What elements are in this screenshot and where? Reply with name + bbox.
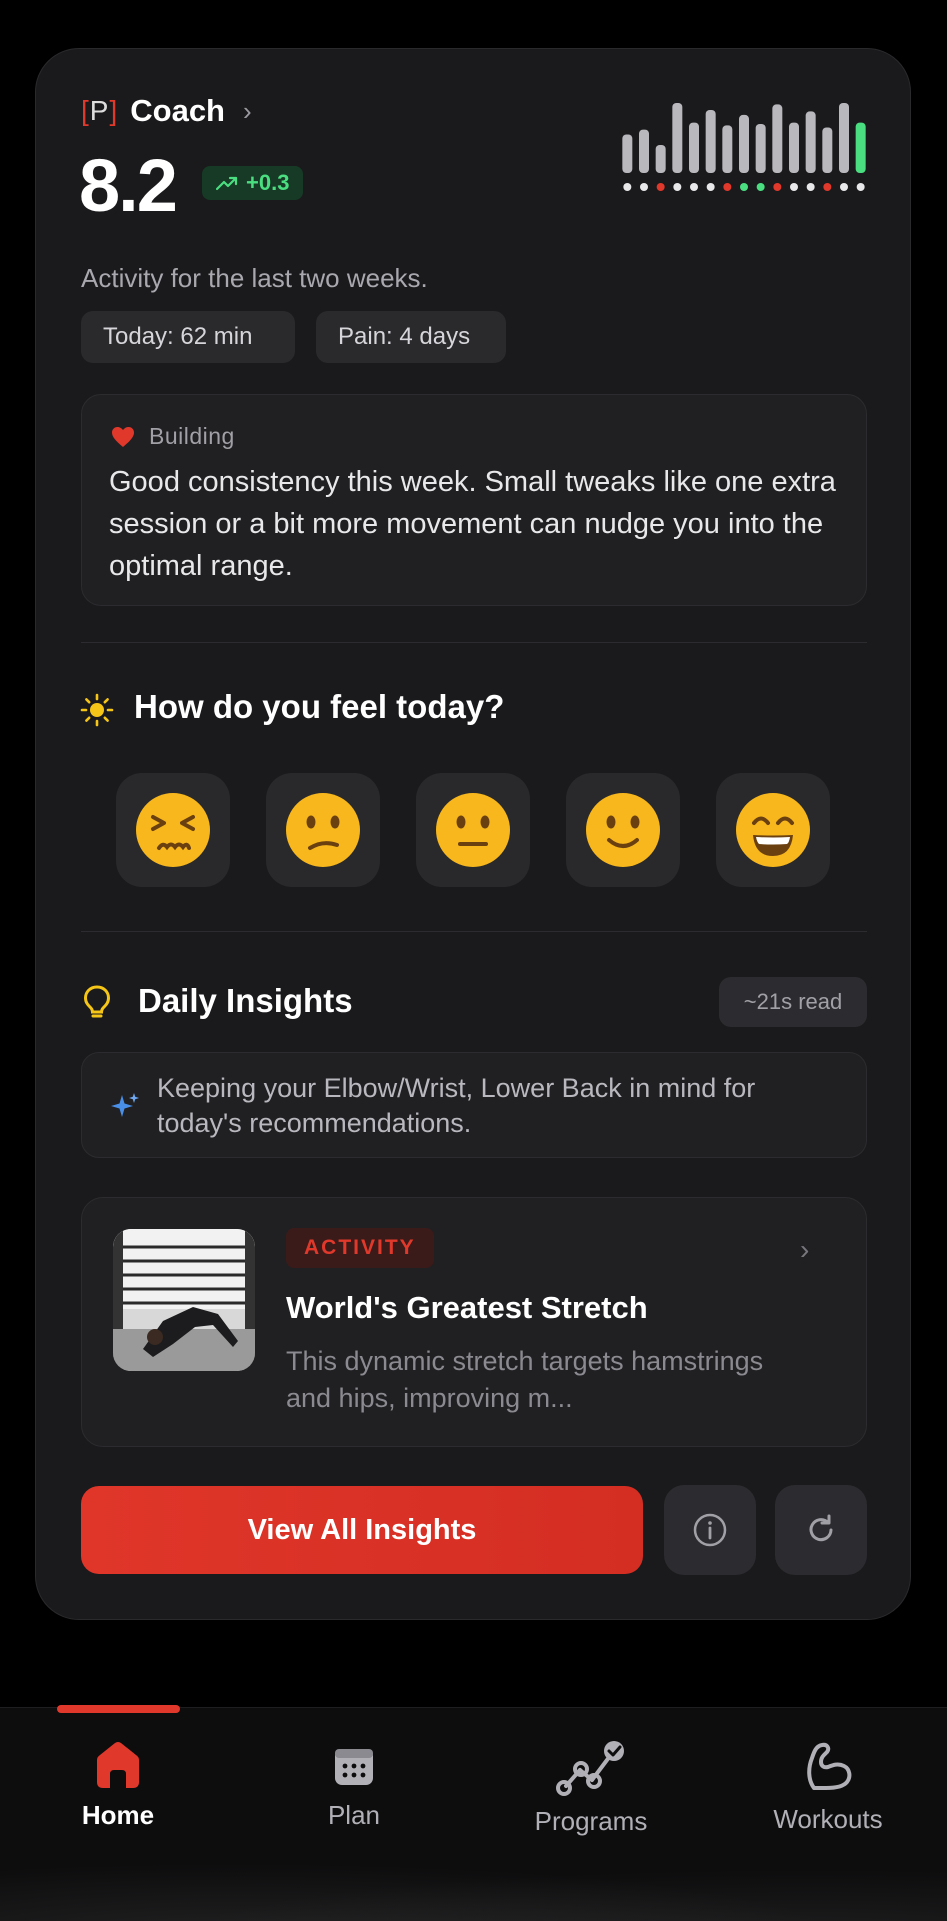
activity-bar (655, 145, 666, 173)
lightbulb-icon (83, 985, 111, 1018)
activity-bar (855, 122, 866, 173)
activity-subtitle: Activity for the last two weeks. (81, 263, 428, 293)
status-message: Good consistency this week. Small tweaks… (109, 466, 836, 582)
persevering-face-icon (136, 793, 210, 867)
view-all-insights-button[interactable]: View All Insights (81, 1486, 643, 1574)
mood-question: How do you feel today? (134, 688, 505, 725)
status-card: Building Good consistency this week. Sma… (81, 394, 867, 606)
read-time-badge: ~21s read (719, 977, 867, 1027)
coach-card: [P] Coach › 8.2 +0.3 Activity for the la… (35, 48, 911, 1620)
insight-description: This dynamic stretch targets hamstrings … (286, 1346, 764, 1413)
activity-bar (839, 103, 849, 173)
flexed-arm-icon (807, 1742, 852, 1790)
score-delta-badge: +0.3 (202, 166, 304, 200)
activity-bar (739, 114, 749, 173)
activity-day-dot (840, 183, 848, 191)
activity-bar (672, 103, 683, 173)
activity-day-dot (706, 183, 715, 191)
activity-bar (789, 122, 799, 173)
divider (81, 642, 867, 643)
activity-day-dot (673, 183, 682, 191)
activity-day-dot (740, 183, 748, 191)
activity-bar (689, 122, 699, 173)
neutral-face-icon (436, 793, 510, 867)
trend-up-icon (216, 176, 238, 191)
heart-icon (112, 426, 134, 447)
activity-bar (722, 125, 733, 173)
mood-option-good[interactable] (566, 773, 680, 887)
activity-bar (705, 110, 716, 173)
active-tab-indicator (57, 1705, 180, 1713)
activity-day-dot (640, 183, 648, 191)
activity-day-dot (856, 183, 865, 191)
nav-plan-label: Plan (327, 1800, 381, 1830)
refresh-icon (809, 1514, 833, 1542)
confused-face-icon (286, 793, 360, 867)
health-focus-text: Keeping your Elbow/Wrist, Lower Back in … (157, 1073, 756, 1138)
insight-title: World's Greatest Stretch (286, 1290, 648, 1325)
activity-day-dot (656, 183, 665, 191)
nav-plan[interactable]: Plan (264, 1740, 444, 1831)
insight-category-badge: ACTIVITY (286, 1228, 434, 1268)
activity-day-dot (690, 183, 698, 191)
exercise-thumbnail (113, 1229, 255, 1371)
activity-day-dot (823, 183, 832, 191)
mood-option-bad[interactable] (266, 773, 380, 887)
status-label-text: Building (149, 423, 235, 449)
mood-option-great[interactable] (716, 773, 830, 887)
activity-day-dot (756, 183, 765, 191)
activity-bar (822, 127, 833, 173)
coach-score: 8.2 (79, 144, 178, 227)
daily-insights-title: Daily Insights (138, 982, 353, 1019)
chevron-right-icon: › (243, 95, 252, 126)
activity-day-dot (723, 183, 732, 191)
brand-logo: [P] (81, 95, 119, 126)
activity-day-dot (806, 183, 815, 191)
activity-bar (639, 129, 649, 173)
activity-day-dot (773, 183, 782, 191)
mood-option-very-bad[interactable] (116, 773, 230, 887)
coach-title: Coach (130, 93, 225, 128)
activity-bar (805, 111, 816, 173)
nav-programs[interactable]: Programs (501, 1740, 681, 1837)
delta-value: +0.3 (246, 170, 290, 195)
sparkle-icon (111, 1093, 139, 1117)
nav-home-label: Home (81, 1800, 155, 1830)
nav-programs-label: Programs (534, 1806, 648, 1836)
refresh-button[interactable] (775, 1485, 867, 1575)
programs-icon (556, 1741, 624, 1796)
calendar-icon (335, 1749, 373, 1785)
mood-option-neutral[interactable] (416, 773, 530, 887)
slight-smile-icon (586, 793, 660, 867)
coach-header-link[interactable]: [P] Coach › (81, 93, 252, 129)
today-minutes-pill: Today: 62 min (81, 311, 295, 363)
chevron-right-icon: › (800, 1234, 810, 1265)
divider (81, 931, 867, 932)
nav-home[interactable]: Home (28, 1740, 208, 1831)
nav-workouts[interactable]: Workouts (738, 1740, 918, 1835)
activity-bar (622, 134, 633, 173)
pain-days-pill: Pain: 4 days (316, 311, 506, 363)
two-week-activity-chart (622, 103, 866, 191)
status-label: Building (111, 423, 235, 450)
sun-icon (80, 693, 114, 727)
info-button[interactable] (664, 1485, 756, 1575)
activity-bar (755, 124, 766, 173)
activity-bar (772, 104, 783, 173)
health-focus-note: Keeping your Elbow/Wrist, Lower Back in … (81, 1052, 867, 1158)
grinning-face-icon (736, 793, 810, 867)
activity-day-dot (623, 183, 632, 191)
activity-day-dot (790, 183, 798, 191)
home-icon (97, 1742, 139, 1788)
info-icon (693, 1513, 727, 1547)
insight-card[interactable]: ACTIVITY World's Greatest Stretch This d… (81, 1197, 867, 1447)
nav-workouts-label: Workouts (773, 1804, 883, 1834)
